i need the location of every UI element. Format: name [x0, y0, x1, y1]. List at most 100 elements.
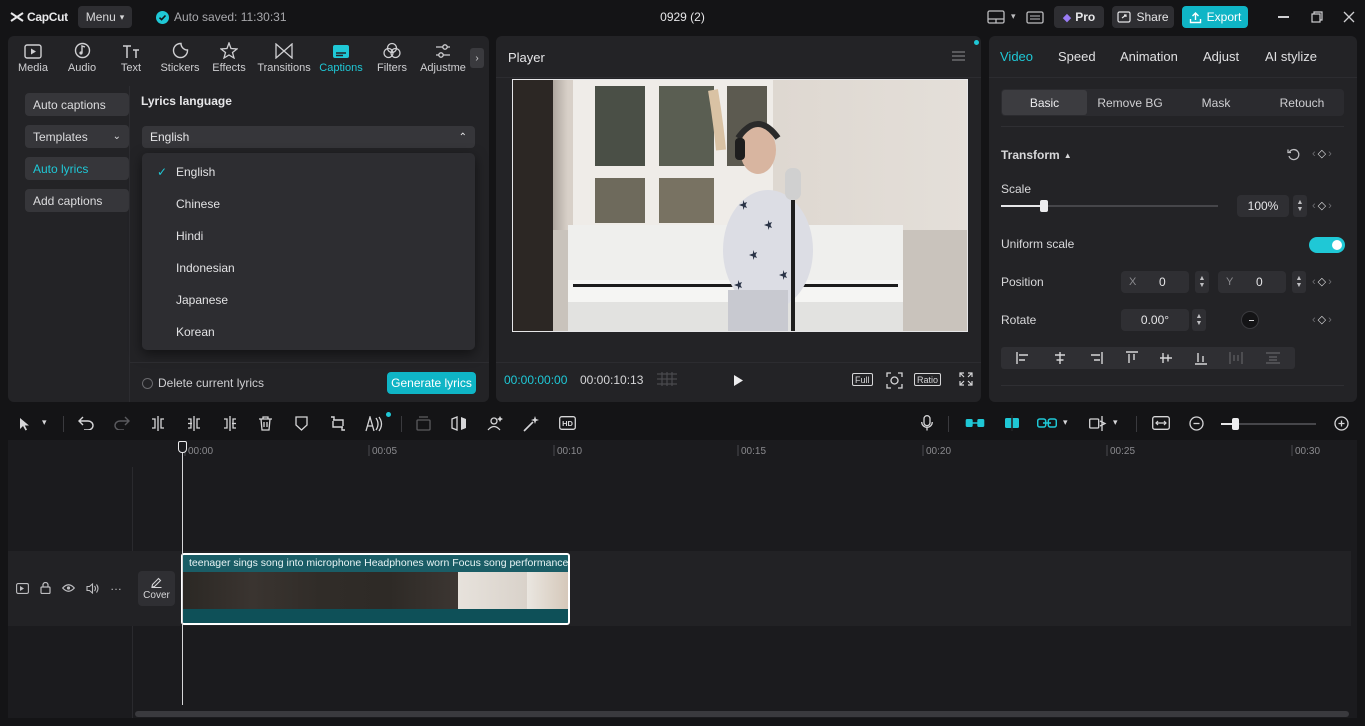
- track-cover-icon[interactable]: [16, 582, 29, 594]
- full-quality-button[interactable]: Full: [852, 373, 873, 386]
- keyframe-diamond-icon[interactable]: ◇: [1318, 199, 1326, 212]
- captions-menu-auto-lyrics[interactable]: Auto lyrics: [25, 157, 129, 180]
- maximize-icon[interactable]: [1310, 10, 1324, 24]
- hd-icon[interactable]: HD: [559, 416, 576, 430]
- language-option[interactable]: Hindi: [176, 229, 203, 243]
- scale-slider[interactable]: [1001, 200, 1218, 212]
- chevron-right-icon[interactable]: ›: [1328, 200, 1332, 212]
- ai-person-icon[interactable]: [487, 416, 503, 431]
- toolbar-captions[interactable]: Captions: [316, 42, 366, 74]
- toolbar-filters[interactable]: Filters: [367, 42, 417, 74]
- split-right-icon[interactable]: [223, 416, 237, 431]
- chevron-right-icon[interactable]: ›: [1328, 148, 1332, 160]
- chevron-down-icon[interactable]: ▾: [42, 417, 47, 428]
- speaker-icon[interactable]: [86, 582, 99, 594]
- delete-current-lyrics[interactable]: Delete current lyrics: [142, 376, 264, 390]
- toolbar-media[interactable]: Media: [8, 42, 58, 74]
- toolbar-effects[interactable]: Effects: [204, 42, 254, 74]
- timeline-scrollbar[interactable]: [135, 711, 1349, 717]
- zoom-out-icon[interactable]: [1189, 416, 1204, 431]
- tab-animation[interactable]: Animation: [1120, 49, 1178, 64]
- rotate-dial[interactable]: [1241, 311, 1259, 329]
- chevron-down-icon[interactable]: ▼: [1199, 282, 1206, 289]
- ratio-button[interactable]: Ratio: [914, 373, 942, 386]
- undo-icon[interactable]: [78, 416, 94, 430]
- microphone-icon[interactable]: [921, 415, 933, 431]
- tab-adjust[interactable]: Adjust: [1203, 49, 1239, 64]
- align-middle-v-icon[interactable]: [1160, 351, 1173, 365]
- toolbar-stickers[interactable]: Stickers: [155, 42, 205, 74]
- toolbar-adjustment[interactable]: Adjustme: [420, 42, 466, 74]
- chevron-down-icon[interactable]: ▾: [1063, 417, 1068, 428]
- subtab-retouch[interactable]: Retouch: [1259, 90, 1345, 115]
- language-option[interactable]: Indonesian: [176, 261, 235, 275]
- position-y-stepper[interactable]: ▲ ▼: [1292, 271, 1306, 293]
- align-bottom-icon[interactable]: [1194, 351, 1207, 365]
- more-icon[interactable]: …: [110, 579, 122, 593]
- timeline-grid-icon[interactable]: [656, 371, 678, 387]
- chevron-down-icon[interactable]: ▼: [1296, 282, 1303, 289]
- ai-speech-icon[interactable]: [365, 416, 383, 432]
- hamburger-icon[interactable]: [951, 50, 965, 62]
- align-center-h-icon[interactable]: [1053, 352, 1067, 364]
- keyframe-diamond-icon[interactable]: ◇: [1318, 147, 1326, 160]
- split-icon[interactable]: [151, 416, 165, 431]
- chevron-left-icon[interactable]: ‹: [1312, 314, 1316, 326]
- reset-icon[interactable]: [1286, 147, 1300, 161]
- language-option[interactable]: Korean: [176, 325, 215, 339]
- share-button[interactable]: Share: [1112, 6, 1174, 28]
- split-left-icon[interactable]: [187, 416, 201, 431]
- generate-lyrics-button[interactable]: Generate lyrics: [387, 372, 476, 394]
- captions-menu-templates[interactable]: Templates ⌄: [25, 125, 129, 148]
- tab-video[interactable]: Video: [1000, 49, 1033, 64]
- position-x-stepper[interactable]: ▲ ▼: [1195, 271, 1209, 293]
- pro-button[interactable]: ◆ Pro: [1054, 6, 1104, 28]
- captions-menu-add-captions[interactable]: Add captions: [25, 189, 129, 212]
- language-option[interactable]: Chinese: [176, 197, 220, 211]
- screenshot-icon[interactable]: [885, 371, 903, 389]
- chevron-down-icon[interactable]: ▼: [1297, 206, 1304, 213]
- chevron-right-icon[interactable]: ›: [1328, 276, 1332, 288]
- toolbar-audio[interactable]: Audio: [57, 42, 107, 74]
- keyframe-diamond-icon[interactable]: ◇: [1318, 313, 1326, 326]
- layout-icon[interactable]: [986, 9, 1006, 25]
- playhead[interactable]: [182, 442, 183, 705]
- scale-stepper[interactable]: ▲ ▼: [1293, 195, 1307, 217]
- tab-ai-stylize[interactable]: AI stylize: [1265, 49, 1317, 64]
- checkbox[interactable]: [142, 377, 153, 389]
- preview-axis-icon[interactable]: [1089, 416, 1107, 431]
- select-cursor-icon[interactable]: [19, 417, 31, 431]
- language-option[interactable]: English: [176, 165, 215, 179]
- scale-slider-handle[interactable]: [1040, 200, 1049, 212]
- toolbar-text[interactable]: Text: [106, 42, 156, 74]
- marker-icon[interactable]: [295, 416, 308, 431]
- chevron-right-icon[interactable]: ›: [1328, 314, 1332, 326]
- chevron-left-icon[interactable]: ‹: [1312, 276, 1316, 288]
- freeze-frame-icon[interactable]: [416, 416, 431, 431]
- distribute-v-icon[interactable]: [1265, 352, 1280, 364]
- fullscreen-icon[interactable]: [958, 371, 974, 387]
- zoom-in-icon[interactable]: [1334, 416, 1349, 431]
- keyframe-nav-scale[interactable]: ‹ ◇ ›: [1312, 199, 1332, 213]
- magic-wand-icon[interactable]: [523, 416, 539, 432]
- video-preview[interactable]: [512, 79, 968, 332]
- toolbar-scroll-right[interactable]: ›: [470, 48, 484, 68]
- position-y-field[interactable]: Y 0: [1218, 271, 1286, 293]
- align-top-icon[interactable]: [1125, 351, 1138, 365]
- chevron-left-icon[interactable]: ‹: [1312, 200, 1316, 212]
- lock-icon[interactable]: [40, 582, 51, 594]
- playhead-handle[interactable]: [178, 441, 187, 453]
- toolbar-transitions[interactable]: Transitions: [257, 42, 311, 74]
- auto-snap-icon[interactable]: [1002, 415, 1022, 431]
- zoom-slider[interactable]: [1221, 418, 1316, 430]
- zoom-slider-handle[interactable]: [1232, 418, 1239, 430]
- fit-timeline-icon[interactable]: [1152, 416, 1170, 430]
- redo-icon[interactable]: [114, 416, 130, 430]
- chevron-down-icon[interactable]: ▼: [1196, 320, 1203, 327]
- menu-button[interactable]: Menu ▾: [78, 6, 132, 28]
- language-option[interactable]: Japanese: [176, 293, 228, 307]
- keyframe-nav-rotate[interactable]: ‹ ◇ ›: [1312, 313, 1332, 327]
- export-button[interactable]: Export: [1182, 6, 1248, 28]
- chevron-up-icon[interactable]: ▲: [1296, 275, 1303, 282]
- scale-value-field[interactable]: 100%: [1237, 195, 1289, 217]
